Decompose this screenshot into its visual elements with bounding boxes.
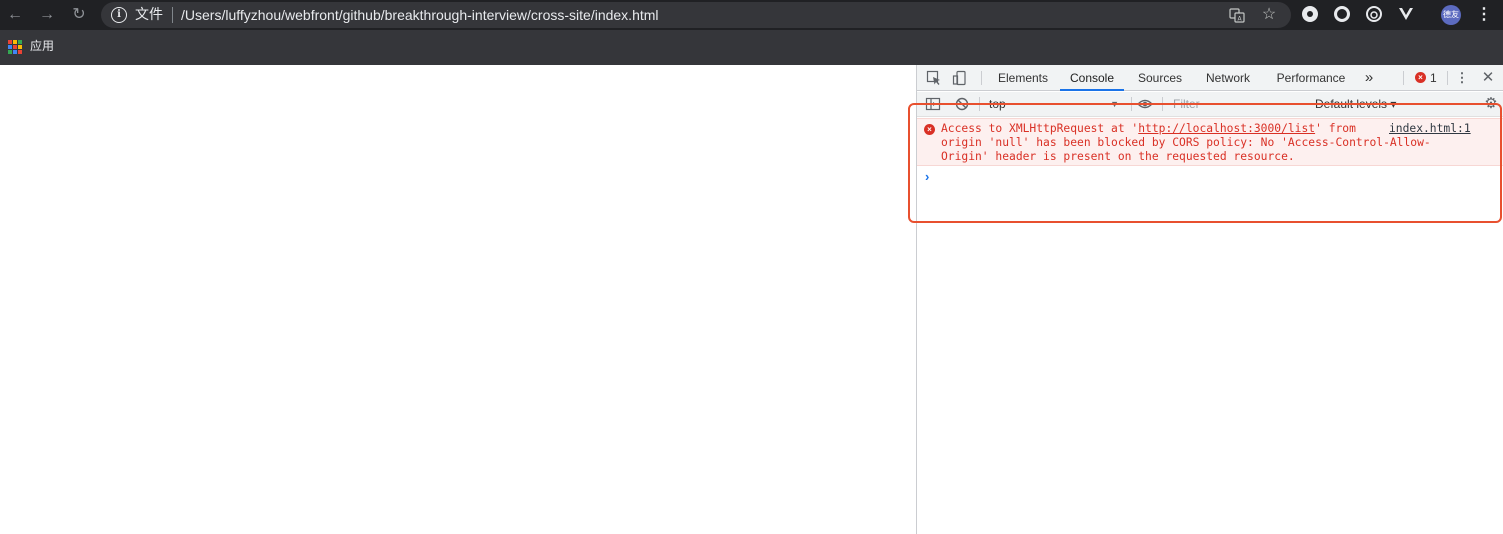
reload-button[interactable]: ↻	[68, 4, 90, 26]
tabbar-separator	[981, 71, 982, 85]
address-url[interactable]: /Users/luffyzhou/webfront/github/breakth…	[181, 6, 659, 24]
tabbar-separator	[1447, 71, 1448, 85]
address-separator	[172, 7, 173, 23]
extension-icon-2[interactable]	[1334, 6, 1350, 22]
extension-icon-1[interactable]	[1302, 6, 1318, 22]
extension-icon-3[interactable]	[1366, 6, 1382, 22]
tab-performance[interactable]: Performance	[1271, 65, 1351, 91]
tab-elements[interactable]: Elements	[993, 65, 1053, 91]
bookmarks-bar: 应用	[0, 30, 1503, 65]
devtools-menu-icon[interactable]: ⋮	[1454, 70, 1470, 86]
back-button[interactable]: ←	[4, 4, 26, 26]
page-content	[0, 65, 916, 534]
apps-bookmark[interactable]: 应用	[30, 38, 54, 54]
vue-devtools-icon[interactable]	[1398, 6, 1414, 22]
address-scheme-label: 文件	[135, 7, 163, 23]
more-tabs-button[interactable]: »	[1361, 65, 1377, 91]
apps-grid-icon[interactable]	[8, 40, 22, 54]
avatar[interactable]: 德友	[1441, 5, 1461, 25]
annotation-highlight-box	[908, 103, 1502, 223]
device-toolbar-icon[interactable]	[952, 70, 968, 86]
star-icon[interactable]: ☆	[1261, 7, 1277, 23]
error-icon[interactable]: ×	[1415, 72, 1426, 83]
address-bar[interactable]: i 文件 /Users/luffyzhou/webfront/github/br…	[101, 2, 1291, 28]
close-devtools-icon[interactable]: ✕	[1480, 70, 1496, 86]
tab-network[interactable]: Network	[1200, 65, 1256, 91]
tabbar-separator	[1403, 71, 1404, 85]
info-icon[interactable]: i	[111, 7, 127, 23]
inspect-element-icon[interactable]	[926, 70, 942, 86]
tab-console[interactable]: Console	[1060, 65, 1124, 91]
tab-sources[interactable]: Sources	[1132, 65, 1188, 91]
error-count[interactable]: 1	[1430, 65, 1437, 91]
translate-icon[interactable]: A	[1229, 7, 1245, 23]
browser-menu-icon[interactable]: ⋮	[1476, 4, 1492, 26]
browser-toolbar: ← → ↻ i 文件 /Users/luffyzhou/webfront/git…	[0, 0, 1503, 30]
forward-button[interactable]: →	[36, 4, 58, 26]
devtools-tabbar: Elements Console Sources Network Perform…	[917, 65, 1503, 91]
